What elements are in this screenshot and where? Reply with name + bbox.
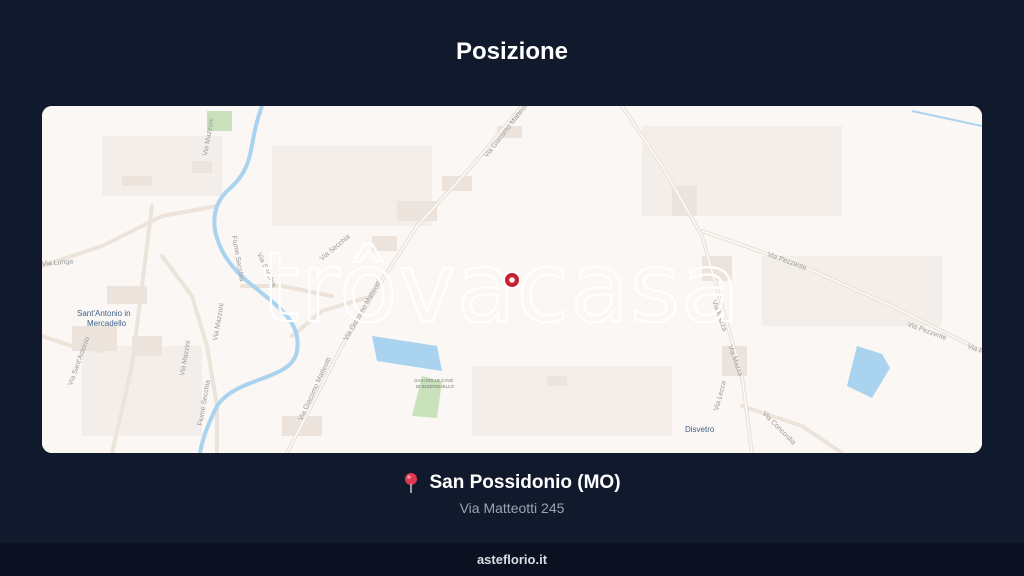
place-label-sant-antonio: Sant'Antonio in	[77, 309, 131, 318]
location-marker-icon[interactable]	[503, 271, 521, 289]
map-canvas[interactable]: Via Giacomo Matteotti Via Giacomo Matteo…	[42, 106, 982, 453]
location-address: Via Matteotti 245	[459, 500, 565, 516]
location-city: San Possidonio (MO)	[429, 472, 621, 493]
place-label-mercadello: Mercadello	[87, 319, 127, 328]
poi-label: OASI DELLE CAVE	[414, 378, 453, 383]
page-title: Posizione	[455, 38, 569, 65]
poi-label: DI BUDRIGHELLO	[416, 384, 455, 389]
location-row: San Possidonio (MO)	[0, 472, 1024, 494]
location-map[interactable]: Via Giacomo Matteotti Via Giacomo Matteo…	[42, 106, 982, 453]
footer: asteflorio.it	[0, 543, 1024, 576]
watermark-logo: trôvacasa	[262, 232, 741, 344]
map-pin-icon	[403, 472, 419, 494]
footer-site-link[interactable]: asteflorio.it	[477, 552, 547, 567]
place-label-disvetro: Disvetro	[685, 425, 715, 434]
